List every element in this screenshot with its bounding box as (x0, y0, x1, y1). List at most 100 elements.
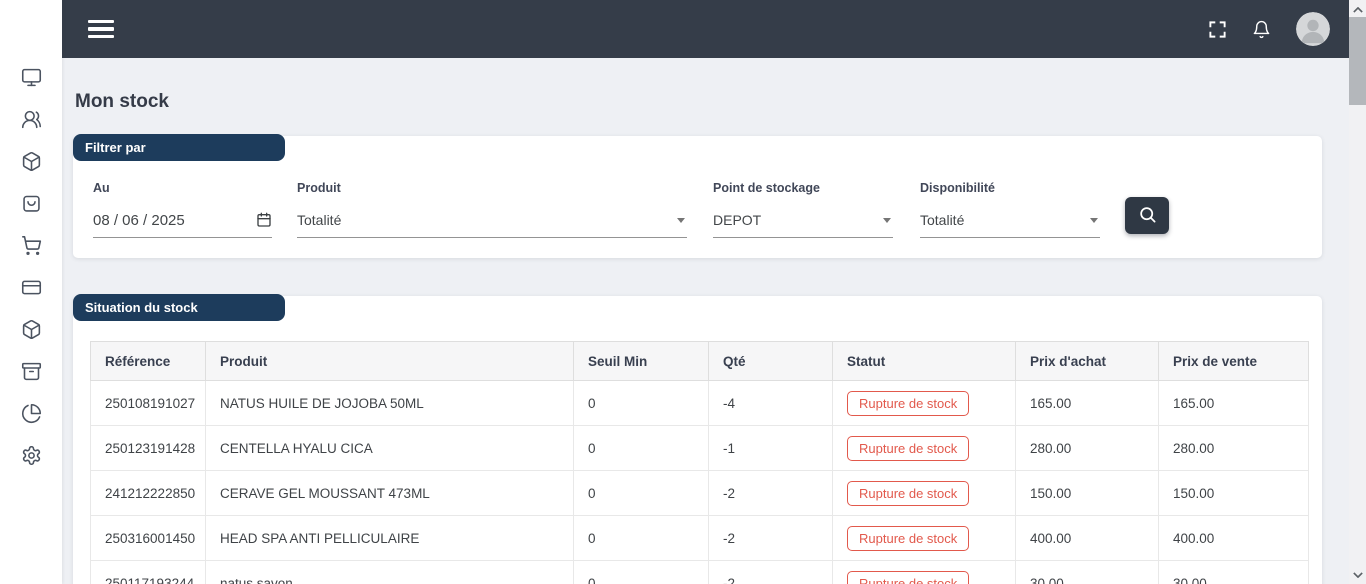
credit-card-icon (21, 277, 42, 303)
scrollbar[interactable] (1349, 0, 1366, 584)
disponibilite-value: Totalité (920, 212, 964, 228)
col-qte: Qté (709, 342, 833, 381)
cell-seuil-min: 0 (574, 471, 709, 516)
stock-table: Référence Produit Seuil Min Qté Statut P… (90, 341, 1309, 584)
users-icon (21, 109, 42, 135)
col-produit: Produit (206, 342, 574, 381)
pie-chart-icon (21, 403, 42, 429)
cell-prix-vente: 150.00 (1159, 471, 1309, 516)
page-title: Mon stock (75, 91, 1349, 113)
cell-prix-achat: 280.00 (1016, 426, 1159, 471)
sidebar-item-sales[interactable] (18, 237, 44, 258)
shopping-cart-icon (21, 235, 42, 261)
sidebar (0, 0, 62, 584)
cell-statut: Rupture de stock (833, 516, 1016, 561)
table-header-row: Référence Produit Seuil Min Qté Statut P… (91, 342, 1309, 381)
date-field: Au 08 / 06 / 2025 (93, 181, 272, 238)
disponibilite-field: Disponibilité Totalité (920, 181, 1100, 238)
table-row: 250316001450 HEAD SPA ANTI PELLICULAIRE … (91, 516, 1309, 561)
sidebar-item-dashboard[interactable] (18, 69, 44, 90)
cell-prix-achat: 165.00 (1016, 381, 1159, 426)
cell-statut: Rupture de stock (833, 426, 1016, 471)
chevron-down-icon (1090, 218, 1098, 223)
table-row: 250123191428 CENTELLA HYALU CICA 0 -1 Ru… (91, 426, 1309, 471)
stockage-value: DEPOT (713, 212, 761, 228)
cell-reference: 241212222850 (91, 471, 206, 516)
archive-icon (21, 361, 42, 387)
sidebar-item-purchases[interactable] (18, 195, 44, 216)
search-icon (1138, 205, 1157, 227)
cell-reference: 250108191027 (91, 381, 206, 426)
disponibilite-label: Disponibilité (920, 181, 1100, 195)
search-button[interactable] (1125, 197, 1169, 234)
cell-prix-vente: 280.00 (1159, 426, 1309, 471)
scrollbar-thumb[interactable] (1349, 17, 1366, 105)
sidebar-item-settings[interactable] (18, 447, 44, 468)
status-badge: Rupture de stock (847, 436, 969, 461)
package-icon (21, 319, 42, 345)
sidebar-item-archive[interactable] (18, 363, 44, 384)
date-value: 08 / 06 / 2025 (93, 212, 185, 229)
chevron-down-icon (677, 218, 685, 223)
monitor-icon (21, 67, 42, 93)
avatar[interactable] (1296, 12, 1330, 46)
main-content: Mon stock Filtrer par Au 08 / 06 / 2025 … (62, 58, 1349, 584)
stockage-select[interactable]: DEPOT (713, 206, 893, 238)
col-prix-vente: Prix de vente (1159, 342, 1309, 381)
scrollbar-down-arrow[interactable] (1349, 567, 1366, 582)
status-badge: Rupture de stock (847, 481, 969, 506)
table-row: 250117193244 natus savon 0 -2 Rupture de… (91, 561, 1309, 584)
date-input[interactable]: 08 / 06 / 2025 (93, 206, 272, 238)
stock-panel: Situation du stock Référence Produit Seu… (73, 296, 1322, 584)
sidebar-item-payments[interactable] (18, 279, 44, 300)
stock-panel-title: Situation du stock (73, 294, 285, 321)
col-statut: Statut (833, 342, 1016, 381)
status-badge: Rupture de stock (847, 571, 969, 584)
filter-panel: Filtrer par Au 08 / 06 / 2025 Produit To… (73, 136, 1322, 258)
sidebar-item-products[interactable] (18, 153, 44, 174)
cell-produit: natus savon (206, 561, 574, 584)
notifications-icon[interactable] (1252, 20, 1271, 39)
cell-produit: CENTELLA HYALU CICA (206, 426, 574, 471)
topbar (62, 0, 1349, 58)
cell-seuil-min: 0 (574, 561, 709, 584)
package-icon (21, 151, 42, 177)
produit-field: Produit Totalité (297, 181, 687, 238)
topbar-actions (1208, 12, 1330, 46)
stockage-label: Point de stockage (713, 181, 893, 195)
cell-statut: Rupture de stock (833, 471, 1016, 516)
cell-statut: Rupture de stock (833, 561, 1016, 584)
calendar-icon[interactable] (256, 212, 272, 228)
date-label: Au (93, 181, 272, 195)
cell-reference: 250117193244 (91, 561, 206, 584)
cell-qte: -2 (709, 516, 833, 561)
produit-select[interactable]: Totalité (297, 206, 687, 238)
disponibilite-select[interactable]: Totalité (920, 206, 1100, 238)
filter-panel-title: Filtrer par (73, 134, 285, 161)
cell-statut: Rupture de stock (833, 381, 1016, 426)
cell-prix-achat: 400.00 (1016, 516, 1159, 561)
cell-reference: 250123191428 (91, 426, 206, 471)
settings-icon (21, 445, 42, 471)
stockage-field: Point de stockage DEPOT (713, 181, 893, 238)
filter-row: Au 08 / 06 / 2025 Produit Totalité (93, 181, 1302, 238)
cell-qte: -2 (709, 471, 833, 516)
chevron-down-icon (883, 218, 891, 223)
menu-icon[interactable] (88, 20, 114, 39)
cell-produit: CERAVE GEL MOUSSANT 473ML (206, 471, 574, 516)
status-badge: Rupture de stock (847, 526, 969, 551)
cell-produit: HEAD SPA ANTI PELLICULAIRE (206, 516, 574, 561)
produit-label: Produit (297, 181, 687, 195)
cell-produit: NATUS HUILE DE JOJOBA 50ML (206, 381, 574, 426)
app-screen: Mon stock Filtrer par Au 08 / 06 / 2025 … (0, 0, 1366, 584)
cell-prix-vente: 400.00 (1159, 516, 1309, 561)
cell-seuil-min: 0 (574, 516, 709, 561)
col-prix-achat: Prix d'achat (1016, 342, 1159, 381)
sidebar-item-stock[interactable] (18, 321, 44, 342)
sidebar-item-users[interactable] (18, 111, 44, 132)
fullscreen-icon[interactable] (1208, 20, 1227, 39)
cell-prix-vente: 165.00 (1159, 381, 1309, 426)
col-reference: Référence (91, 342, 206, 381)
scrollbar-up-arrow[interactable] (1349, 2, 1366, 17)
sidebar-item-reports[interactable] (18, 405, 44, 426)
